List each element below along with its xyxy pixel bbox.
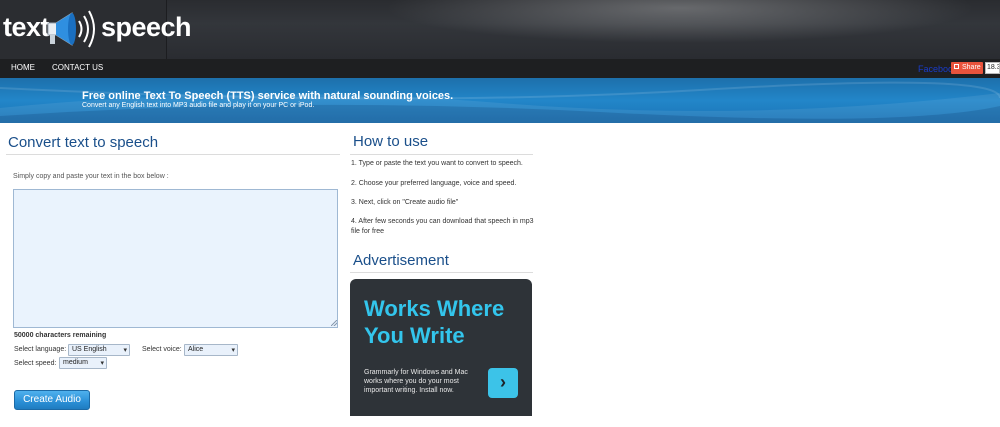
- characters-remaining: 50000 characters remaining: [14, 332, 107, 339]
- share-icon: [954, 63, 959, 69]
- voice-label: Select voice:: [142, 346, 182, 353]
- how-to-step: 3. Next, click on "Create audio file": [351, 199, 459, 206]
- language-label: Select language:: [14, 346, 67, 353]
- language-select-value: US English: [72, 346, 107, 353]
- how-to-step: 1. Type or paste the text you want to co…: [351, 160, 523, 167]
- banner-subtitle: Convert any English text into MP3 audio …: [82, 102, 315, 109]
- share-button-label: Share: [962, 64, 981, 71]
- voice-select-value: Alice: [188, 346, 204, 353]
- chevron-down-icon: ▾: [100, 360, 104, 367]
- nav-contact-link[interactable]: CONTACT US: [52, 63, 103, 72]
- logo-word-speech: speech: [101, 12, 192, 42]
- language-select[interactable]: US English ▾: [68, 344, 130, 356]
- divider: [350, 272, 533, 273]
- advertisement-heading: Advertisement: [353, 252, 449, 269]
- voice-select[interactable]: Alice ▾: [184, 344, 238, 356]
- site-logo[interactable]: text speech: [0, 0, 192, 59]
- speed-select-value: medium: [63, 359, 88, 366]
- how-to-heading: How to use: [353, 133, 429, 150]
- banner-title: Free online Text To Speech (TTS) service…: [82, 90, 454, 102]
- divider: [350, 154, 533, 155]
- ad-headline: Works Where You Write: [364, 296, 505, 348]
- ad-body-text: Grammarly for Windows and Mac works wher…: [364, 369, 468, 394]
- site-header: text speech: [0, 0, 1000, 59]
- chevron-right-icon[interactable]: ›: [488, 368, 518, 398]
- speed-select[interactable]: medium ▾: [59, 357, 107, 369]
- promo-banner: Free online Text To Speech (TTS) service…: [0, 78, 1000, 123]
- main-navigation: HOME CONTACT US: [0, 59, 1000, 78]
- how-to-step: 4. After few seconds you can download th…: [351, 218, 534, 235]
- convert-heading: Convert text to speech: [8, 134, 159, 151]
- create-audio-button[interactable]: Create Audio File: [14, 390, 90, 423]
- divider: [6, 154, 340, 155]
- chevron-down-icon: ▾: [123, 347, 127, 354]
- share-count-badge: 18.3K: [985, 62, 1000, 74]
- how-to-step: 2. Choose your preferred language, voice…: [351, 180, 517, 187]
- resize-handle[interactable]: [331, 320, 337, 326]
- speed-label: Select speed:: [14, 360, 57, 367]
- nav-home-link[interactable]: HOME: [11, 63, 35, 72]
- paste-hint: Simply copy and paste your text in the b…: [13, 173, 169, 180]
- text-input-area[interactable]: [13, 189, 338, 328]
- advertisement-banner[interactable]: Works Where You Write Grammarly for Wind…: [350, 279, 532, 416]
- header-background: [160, 0, 1000, 59]
- megaphone-icon: [47, 10, 95, 48]
- chevron-down-icon: ▾: [231, 347, 235, 354]
- share-button[interactable]: Share: [951, 62, 983, 74]
